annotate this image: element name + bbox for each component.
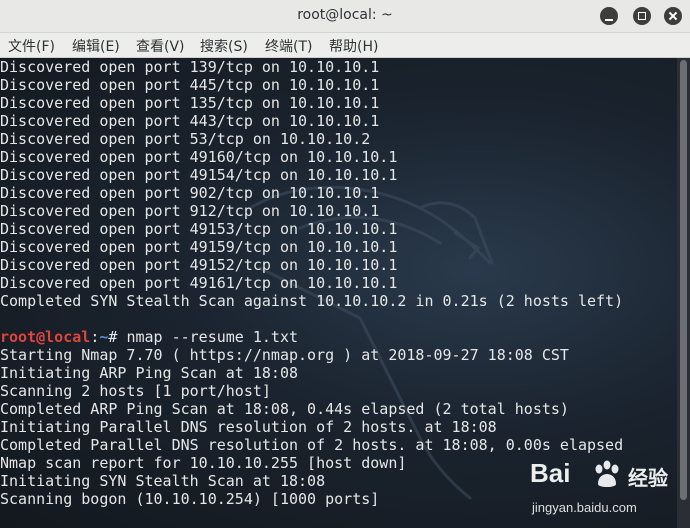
watermark-url: jingyan.baidu.com: [532, 500, 637, 515]
close-icon: [664, 7, 682, 25]
menu-search[interactable]: 搜索(S): [200, 36, 248, 56]
minimize-icon: [600, 7, 618, 25]
paw-icon: [595, 460, 619, 487]
menu-bar: 文件(F) 编辑(E) 查看(V) 搜索(S) 终端(T) 帮助(H): [0, 33, 690, 58]
terminal-line: Completed SYN Stealth Scan against 10.10…: [0, 292, 624, 310]
terminal-line: Completed Parallel DNS resolution of 2 h…: [0, 436, 624, 454]
prompt-user: root@local: [0, 328, 91, 346]
menu-view[interactable]: 查看(V): [136, 36, 185, 56]
window-title: root@local: ~: [297, 7, 393, 23]
terminal-line: Starting Nmap 7.70 ( https://nmap.org ) …: [0, 346, 569, 364]
prompt-line: root@local:~# nmap --resume 1.txt: [0, 328, 623, 346]
minimize-button[interactable]: [600, 7, 618, 25]
terminal-window: root@local: ~ 文件(F) 编辑(E) 查看(V) 搜索(S) 终端…: [0, 0, 690, 528]
terminal-line: Discovered open port 445/tcp on 10.10.10…: [0, 76, 380, 94]
menu-file[interactable]: 文件(F): [8, 36, 55, 56]
terminal-line: Initiating ARP Ping Scan at 18:08: [0, 364, 299, 382]
menu-edit[interactable]: 编辑(E): [72, 36, 120, 56]
terminal-line: Discovered open port 443/tcp on 10.10.10…: [0, 112, 380, 130]
terminal-line: Discovered open port 139/tcp on 10.10.10…: [0, 58, 380, 76]
prompt-symbol: #: [108, 328, 127, 346]
terminal-line: Discovered open port 912/tcp on 10.10.10…: [0, 202, 380, 220]
close-button[interactable]: [664, 7, 682, 25]
terminal-line: Discovered open port 902/tcp on 10.10.10…: [0, 184, 380, 202]
menu-help[interactable]: 帮助(H): [329, 36, 378, 56]
maximize-icon: [633, 7, 651, 25]
terminal-line: Discovered open port 53/tcp on 10.10.10.…: [0, 130, 371, 148]
terminal-line: Discovered open port 49161/tcp on 10.10.…: [0, 274, 398, 292]
watermark-brand-cn: 经验: [628, 468, 668, 490]
maximize-button[interactable]: [633, 7, 651, 25]
terminal-line: Scanning 2 hosts [1 port/host]: [0, 382, 271, 400]
scrollbar-thumb[interactable]: [680, 60, 687, 500]
terminal-line: Discovered open port 49154/tcp on 10.10.…: [0, 166, 398, 184]
title-bar[interactable]: root@local: ~: [0, 0, 690, 33]
terminal-line: Discovered open port 49160/tcp on 10.10.…: [0, 148, 398, 166]
menu-terminal[interactable]: 终端(T): [265, 36, 312, 56]
prompt-separator: :: [90, 328, 100, 346]
watermark-brand: Bai: [530, 458, 571, 488]
terminal-line: Initiating Parallel DNS resolution of 2 …: [0, 418, 497, 436]
terminal-lines: Discovered open port 139/tcp on 10.10.10…: [0, 58, 623, 508]
prompt-command: nmap --resume 1.txt: [126, 328, 299, 346]
terminal-line: Discovered open port 49152/tcp on 10.10.…: [0, 256, 398, 274]
terminal-line: Completed ARP Ping Scan at 18:08, 0.44s …: [0, 400, 569, 418]
terminal-line: Discovered open port 135/tcp on 10.10.10…: [0, 94, 380, 112]
terminal-line: Discovered open port 49153/tcp on 10.10.…: [0, 220, 398, 238]
terminal-line: Discovered open port 49159/tcp on 10.10.…: [0, 238, 398, 256]
baidu-watermark: Bai 经验 jingyan.baidu.com: [528, 456, 688, 526]
